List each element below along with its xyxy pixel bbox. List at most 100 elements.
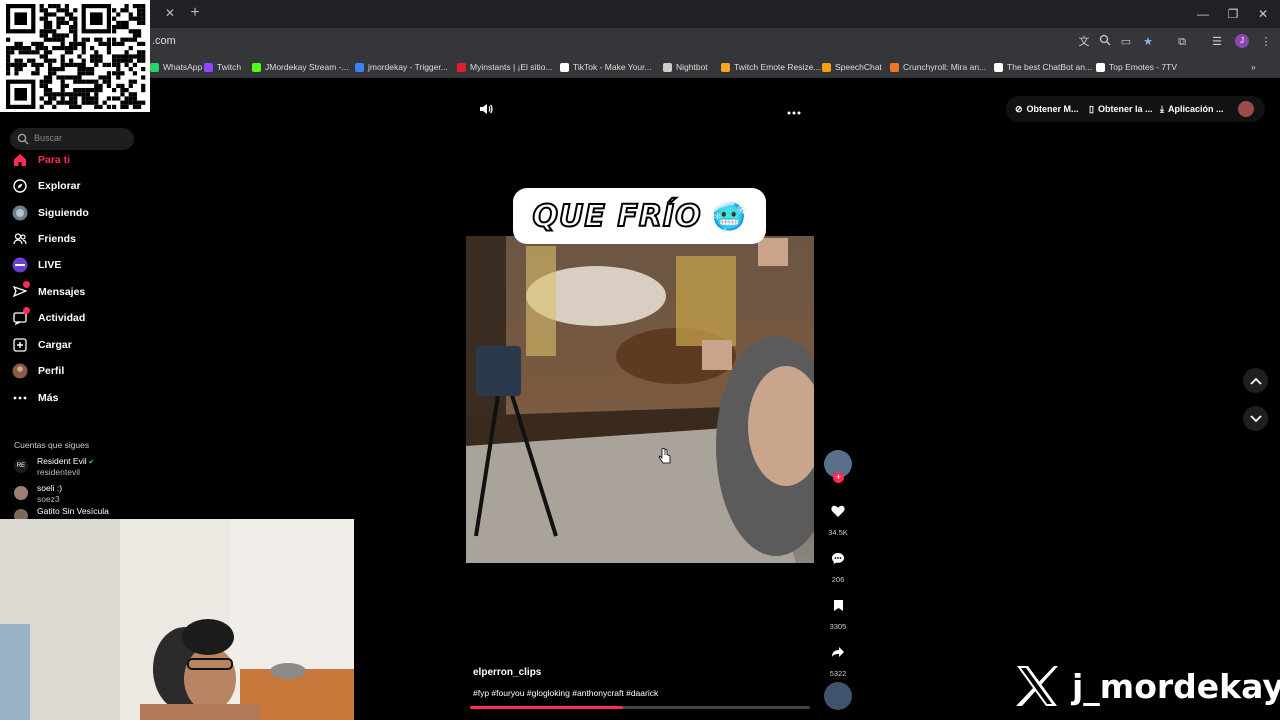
sidebar-item-label: Para ti <box>38 154 71 166</box>
video-caption-text: QUE FRÍO <box>532 198 702 235</box>
sidebar-item-following[interactable]: Siguiendo <box>12 203 142 223</box>
download-icon: ⤓ <box>1160 103 1164 114</box>
sidebar-item-label: Cargar <box>38 339 72 351</box>
bookmark-star-icon[interactable]: ★ <box>1140 34 1156 50</box>
sidebar-item-label: Siguiendo <box>38 207 89 219</box>
previous-video-button[interactable] <box>1243 368 1268 393</box>
get-coins-button[interactable]: ⊘ Obtener M... <box>1015 98 1079 120</box>
sidebar-item-upload[interactable]: Cargar <box>12 335 142 355</box>
account-handle: residentevil <box>37 467 80 477</box>
bookmark-3[interactable]: JMordekay Stream -... <box>252 60 349 74</box>
save-button[interactable]: 3305 <box>824 592 852 631</box>
twitch-icon <box>204 62 213 72</box>
desktop-app-button[interactable]: ⤓ Aplicación ... <box>1160 98 1224 120</box>
sidebar-item-more[interactable]: Más <box>12 388 142 408</box>
comment-count: 206 <box>831 575 845 584</box>
cold-face-emoji: 🥶 <box>711 200 747 232</box>
webcam-overlay <box>0 519 354 720</box>
follow-plus-icon[interactable]: + <box>833 472 844 483</box>
creator-avatar[interactable]: + <box>824 450 852 483</box>
next-video-button[interactable] <box>1243 406 1268 431</box>
like-button[interactable]: 34.5K <box>824 498 852 537</box>
bookmark-10[interactable]: Crunchyroll: Mira an... <box>890 60 986 74</box>
account-handle: soez3 <box>37 494 60 504</box>
7tv-icon <box>1096 62 1105 72</box>
bookmark-11[interactable]: The best ChatBot an... <box>994 60 1092 74</box>
tab-close-icon[interactable]: ✕ <box>163 6 177 20</box>
sidebar-item-activity[interactable]: Actividad <box>12 307 142 328</box>
more-options-icon[interactable] <box>786 104 802 115</box>
sidebar-item-messages[interactable]: Mensajes <box>12 281 142 302</box>
bookmark-8[interactable]: Twitch Emote Resize... <box>721 60 820 74</box>
sound-disc-icon[interactable] <box>824 682 852 710</box>
like-count: 34.5K <box>828 528 848 537</box>
following-account[interactable]: RE Resident Evil ✔ residentevil <box>12 455 142 479</box>
search-icon <box>17 133 29 145</box>
bookmark-1[interactable]: WhatsApp <box>150 60 202 74</box>
bookmark-5[interactable]: Myinstants | ¡El sitio... <box>457 60 553 74</box>
sidebar-item-label: Friends <box>38 233 76 245</box>
sidebar-item-label: LIVE <box>38 259 62 271</box>
bookmark-label: Myinstants | ¡El sitio... <box>470 62 553 72</box>
kick-icon <box>252 62 261 72</box>
bookmark-label: WhatsApp <box>163 62 203 72</box>
sidebar-item-profile[interactable]: Perfil <box>12 361 142 381</box>
search-input[interactable]: Buscar <box>10 128 134 150</box>
following-account[interactable]: soeli :) soez3 <box>12 482 142 506</box>
search-placeholder: Buscar <box>34 133 63 143</box>
user-avatar[interactable] <box>1238 101 1254 117</box>
notification-dot <box>23 281 30 288</box>
bookmark-label: Twitch Emote Resize... <box>734 62 821 72</box>
following-icon <box>12 205 28 221</box>
bookmark-2[interactable]: Twitch <box>204 60 241 74</box>
get-app-button[interactable]: ▯ Obtener la ... <box>1089 98 1152 120</box>
bookmark-4[interactable]: jmordekay - Trigger... <box>355 60 448 74</box>
minimize-button[interactable]: — <box>1192 5 1214 23</box>
video-player[interactable] <box>466 236 814 563</box>
sidebar-item-compass[interactable]: Explorar <box>12 176 142 196</box>
new-tab-button[interactable]: + <box>186 4 204 22</box>
whatsapp-icon <box>150 62 159 72</box>
bookmark-9[interactable]: SpeechChat <box>822 60 882 74</box>
bookmark-7[interactable]: Nightbot <box>663 60 708 74</box>
share-count: 5322 <box>829 669 847 678</box>
share-button[interactable]: 5322 <box>824 639 852 678</box>
tab-search-icon[interactable]: ☰ <box>1209 34 1225 50</box>
sidebar-item-label: Actividad <box>38 312 86 324</box>
account-name-text: soeli :) <box>37 483 63 493</box>
notification-dot <box>23 307 30 314</box>
sidebar-item-live[interactable]: LIVE <box>12 255 142 275</box>
bookmark-6[interactable]: TikTok - Make Your... <box>560 60 652 74</box>
video-author[interactable]: elperron_clips <box>473 667 541 678</box>
chevron-down-icon <box>1249 414 1262 422</box>
volume-icon[interactable] <box>478 101 494 117</box>
sidebar-item-friends[interactable]: Friends <box>12 229 142 249</box>
bookmark-12[interactable]: Top Emotes - 7TV <box>1096 60 1177 74</box>
close-window-button[interactable]: ✕ <box>1252 5 1274 23</box>
x-logo-icon <box>1016 666 1058 706</box>
video-hashtags[interactable]: #fyp #fouryou #glogloking #anthonycraft … <box>473 688 658 698</box>
bookmark-label: Crunchyroll: Mira an... <box>903 62 987 72</box>
kebab-menu-icon[interactable]: ⋮ <box>1258 34 1274 50</box>
bookmark-label: Nightbot <box>676 62 708 72</box>
bookmark-label: Twitch <box>217 62 242 72</box>
live-icon <box>12 257 28 273</box>
sidebar-item-label: Más <box>38 392 59 404</box>
extensions-icon[interactable]: ⧉ <box>1174 34 1190 50</box>
video-progress-bar[interactable] <box>470 706 810 709</box>
cast-icon[interactable]: ▭ <box>1118 34 1134 50</box>
bookmark-icon <box>833 599 843 611</box>
comment-button[interactable]: 206 <box>824 545 852 584</box>
get-app-label: Obtener la ... <box>1097 104 1153 114</box>
activity-icon <box>12 307 30 326</box>
translate-icon[interactable]: 文 <box>1076 34 1092 50</box>
profile-avatar[interactable]: J <box>1235 34 1249 48</box>
address-bar: .com 文 ▭ ★ ⧉ ☰ J ⋮ <box>0 28 1280 56</box>
tiktok-icon <box>560 62 569 72</box>
more-bookmarks-icon[interactable]: » <box>1251 60 1256 74</box>
url-field[interactable]: .com <box>152 35 176 47</box>
zoom-icon[interactable] <box>1097 34 1113 50</box>
restore-button[interactable]: ❐ <box>1222 5 1244 23</box>
sidebar-item-home[interactable]: Para ti <box>12 150 142 170</box>
video-progress-fill <box>470 706 623 709</box>
